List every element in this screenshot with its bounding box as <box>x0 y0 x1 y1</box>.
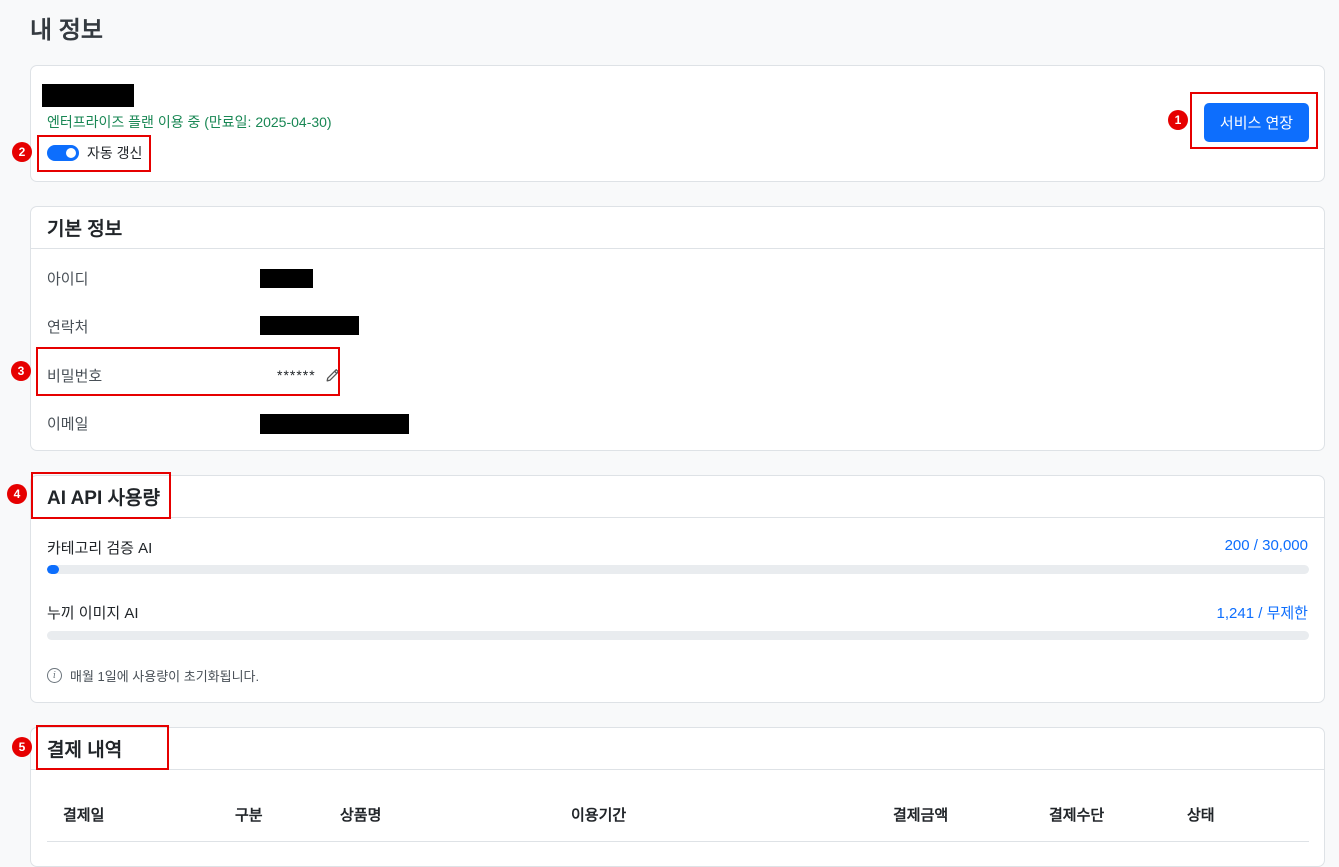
api-usage-card: AI API 사용량 카테고리 검증 AI 200 / 30,000 누끼 이미… <box>30 475 1325 703</box>
usage-item-value: 1,241 / 무제한 <box>1216 605 1308 622</box>
usage-progress-bar <box>47 631 1309 640</box>
usage-progress-bar <box>47 565 1309 574</box>
api-usage-title: AI API 사용량 <box>31 476 1324 518</box>
info-row-phone: 연락처 <box>47 314 88 338</box>
usage-reset-note: i 매월 1일에 사용량이 초기화됩니다. <box>47 666 259 685</box>
info-icon: i <box>47 668 62 683</box>
redacted-phone <box>260 316 359 335</box>
redacted-email <box>260 414 409 434</box>
usage-progress-fill <box>47 565 59 574</box>
annotation-marker: 4 <box>7 484 27 504</box>
annotation-box-extend <box>1190 92 1318 149</box>
annotation-marker: 5 <box>12 737 32 757</box>
column-header: 결제금액 <box>893 807 949 824</box>
subscription-card: 엔터프라이즈 플랜 이용 중 (만료일: 2025-04-30) 자동 갱신 서… <box>30 65 1325 182</box>
column-header: 결제일 <box>63 807 105 824</box>
column-header: 결제수단 <box>1049 807 1105 824</box>
info-row-email: 이메일 <box>47 411 88 435</box>
annotation-box-auto-renew <box>37 135 151 172</box>
info-label: 연락처 <box>47 318 89 336</box>
annotation-box-payments <box>36 725 169 770</box>
usage-item-value: 200 / 30,000 <box>1224 537 1308 554</box>
info-row-id: 아이디 <box>47 266 88 290</box>
usage-item-name: 누끼 이미지 AI <box>47 605 139 622</box>
annotation-box-api-usage <box>31 472 171 519</box>
info-label: 이메일 <box>47 415 89 433</box>
info-label: 아이디 <box>47 270 89 288</box>
annotation-marker: 2 <box>12 142 32 162</box>
column-header: 구분 <box>235 807 263 824</box>
annotation-marker: 1 <box>1168 110 1188 130</box>
payment-history-card: 결제 내역 결제일 구분 상품명 이용기간 결제금액 결제수단 상태 <box>30 727 1325 867</box>
page-title: 내 정보 <box>30 17 103 44</box>
annotation-box-password <box>36 347 340 396</box>
annotation-marker: 3 <box>11 361 31 381</box>
table-header-divider <box>47 841 1309 842</box>
payment-history-title: 결제 내역 <box>31 728 1324 770</box>
redacted-id <box>260 269 313 288</box>
plan-status: 엔터프라이즈 플랜 이용 중 (만료일: 2025-04-30) <box>47 114 332 130</box>
basic-info-title: 기본 정보 <box>31 207 1324 249</box>
usage-note-text: 매월 1일에 사용량이 초기화됩니다. <box>70 669 260 684</box>
basic-info-card: 기본 정보 아이디 연락처 비밀번호 ****** 이메일 <box>30 206 1325 451</box>
column-header: 상태 <box>1187 807 1215 824</box>
column-header: 이용기간 <box>571 807 627 824</box>
column-header: 상품명 <box>340 807 382 824</box>
redacted-username <box>42 84 134 107</box>
usage-item-name: 카테고리 검증 AI <box>47 540 153 557</box>
